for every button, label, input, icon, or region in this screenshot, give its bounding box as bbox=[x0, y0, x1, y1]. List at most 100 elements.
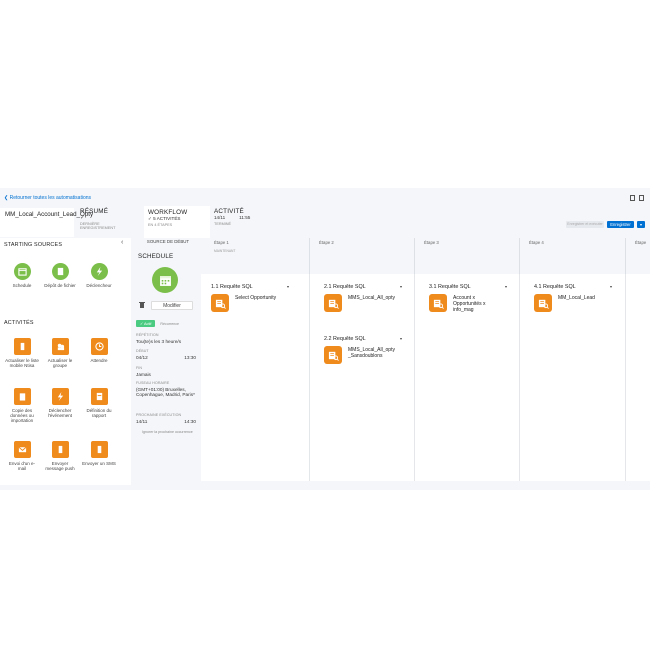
activity-group[interactable]: Actualiser le groupe bbox=[43, 338, 77, 368]
field-value-time: 13:30 bbox=[184, 354, 196, 360]
save-and-run-button[interactable]: Enregistrer et exécuter bbox=[566, 221, 604, 228]
activity-card[interactable]: 2.2 Requête SQL ▾ MMS_Local_All_opty_Sans… bbox=[324, 336, 402, 364]
collapse-chevron-icon[interactable]: ‹ bbox=[121, 239, 123, 246]
calendar-icon bbox=[13, 263, 31, 280]
tab-activite-title: ACTIVITÉ bbox=[214, 208, 244, 215]
field-value-date: 14/11 bbox=[136, 418, 148, 424]
field-debut: DÉBUT 04/12 13:30 bbox=[136, 349, 202, 360]
activity-trigger-event[interactable]: Déclencher l'événement bbox=[43, 388, 77, 418]
activity-card[interactable]: 4.1 Requête SQL ▾ MM_Local_Lead bbox=[534, 284, 612, 312]
tab-workflow[interactable]: WORKFLOW ✓ 5 ACTIVITÉS EN 4 ÉTAPES bbox=[144, 206, 210, 238]
tab-workflow-title: WORKFLOW bbox=[148, 209, 188, 216]
tab-activite[interactable]: ACTIVITÉ 14/11 11:55 TERMINÉ bbox=[214, 208, 274, 226]
activity-text: Select Opportunity bbox=[235, 295, 277, 301]
activity-card[interactable]: 1.1 Requête SQL ▾ Select Opportunity bbox=[211, 284, 289, 312]
activity-text: MMS_Local_All_opty_Sansdoublons bbox=[348, 347, 395, 359]
top-icons bbox=[630, 195, 644, 201]
source-trigger[interactable]: Déclencheur bbox=[82, 263, 116, 288]
start-source-header: SOURCE DE DÉBUT bbox=[146, 239, 190, 244]
activity-label: Attendre bbox=[90, 358, 108, 363]
tab-workflow-sub2: EN 4 ÉTAPES bbox=[148, 222, 173, 227]
activity-wait[interactable]: Attendre bbox=[82, 338, 116, 363]
tab-activite-status: TERMINÉ bbox=[214, 221, 232, 226]
schedule-actions: Modifier bbox=[136, 300, 200, 310]
save-button[interactable]: Enregistrer bbox=[607, 221, 634, 228]
activity-title: 4.1 Requête SQL bbox=[534, 284, 576, 290]
clipboard-icon bbox=[13, 388, 31, 405]
activity-label: Déclencher l'événement bbox=[47, 408, 73, 419]
activity-label: Actualiser le liste mobile Ntisa bbox=[5, 358, 39, 369]
step-5-column bbox=[626, 274, 650, 481]
field-timezone: FUSEAU HORAIRE (GMT+01:00) Bruxelles, Co… bbox=[136, 381, 202, 398]
lightning-icon bbox=[51, 388, 69, 405]
start-source-panel: SOURCE DE DÉBUT SCHEDULE Modifier ✓ Acti… bbox=[136, 238, 200, 485]
activity-push[interactable]: Envoyer message push bbox=[43, 441, 77, 471]
field-fin: FIN Jamais bbox=[136, 366, 202, 377]
schedule-calendar-icon[interactable] bbox=[152, 267, 178, 293]
tab-resume-sub: DERNIÈRE ENREGISTREMENT bbox=[80, 221, 116, 231]
activity-email[interactable]: Envoi d'un e-mail bbox=[5, 441, 39, 471]
back-link[interactable]: ❮ Retourner toutes les automatisations bbox=[4, 195, 91, 201]
chevron-down-icon[interactable]: ▾ bbox=[287, 284, 289, 290]
step-label: Étape 4 bbox=[529, 240, 544, 245]
chevron-down-icon[interactable]: ▾ bbox=[505, 284, 507, 290]
modify-button[interactable]: Modifier bbox=[151, 300, 193, 310]
sql-query-icon bbox=[534, 294, 552, 312]
step-4-column: 4.1 Requête SQL ▾ MM_Local_Lead bbox=[520, 274, 626, 481]
activity-label: Actualiser le groupe bbox=[47, 358, 73, 369]
step-label: Étape 3 bbox=[424, 240, 439, 245]
trash-icon[interactable] bbox=[139, 301, 145, 310]
activity-title: 2.2 Requête SQL bbox=[324, 336, 366, 342]
field-value-time: 14:30 bbox=[184, 418, 196, 424]
field-next-run: PROCHAINE EXÉCUTION 14/11 14:30 bbox=[136, 413, 202, 424]
mobile-list-icon bbox=[13, 338, 31, 355]
activity-text: MMS_Local_All_opty bbox=[348, 295, 395, 301]
activity-sms[interactable]: Envoyer un SMS bbox=[82, 441, 116, 466]
field-repetition: RÉPÉTITION Tou(te)s les 3 heure/s bbox=[136, 333, 202, 344]
activity-mobile-list[interactable]: Actualiser le liste mobile Ntisa bbox=[5, 338, 39, 368]
source-schedule[interactable]: Schedule bbox=[5, 263, 39, 288]
activites-title: ACTIVITÉS bbox=[4, 320, 34, 326]
field-value: (GMT+01:00) Bruxelles, Copenhague, Madri… bbox=[136, 386, 195, 398]
step-label: Étape 1 bbox=[214, 240, 229, 245]
ignore-next-link[interactable]: Ignorer la prochaine occurrence bbox=[142, 430, 193, 434]
save-dropdown-button[interactable]: ▾ bbox=[637, 221, 645, 228]
activity-card[interactable]: 3.1 Requête SQL ▾ Account x Opportunités … bbox=[429, 284, 507, 313]
clock-icon bbox=[90, 338, 108, 355]
step-2-column: 2.1 Requête SQL ▾ MMS_Local_All_opty 2.2 … bbox=[310, 274, 415, 481]
email-icon bbox=[13, 441, 31, 458]
tab-activite-time: 11:55 bbox=[239, 215, 251, 220]
activity-title: 1.1 Requête SQL bbox=[211, 284, 253, 290]
activity-text: Account x Opportunités x info_mag bbox=[453, 295, 486, 313]
chevron-down-icon[interactable]: ▾ bbox=[400, 284, 402, 290]
activity-label: Envoyer message push bbox=[45, 461, 75, 472]
chevron-down-icon[interactable]: ▾ bbox=[400, 336, 402, 342]
activity-copy-data[interactable]: Copie des données ou importation bbox=[5, 388, 39, 424]
tab-resume-check: ✓ bbox=[80, 215, 86, 221]
step-label: Étape bbox=[635, 240, 647, 245]
chevron-down-icon[interactable]: ▾ bbox=[610, 284, 612, 290]
schedule-status: ✓ Actif Récurrence bbox=[136, 320, 179, 327]
step-3-column: 3.1 Requête SQL ▾ Account x Opportunités … bbox=[415, 274, 520, 481]
automation-studio-window: ❮ Retourner toutes les automatisations M… bbox=[0, 188, 650, 490]
step-sub: MAINTENANT bbox=[214, 249, 236, 253]
activity-card[interactable]: 2.1 Requête SQL ▾ MMS_Local_All_opty bbox=[324, 284, 402, 312]
file-drop-icon bbox=[51, 263, 69, 280]
step-1-column: 1.1 Requête SQL ▾ Select Opportunity bbox=[201, 274, 310, 481]
copy-icon[interactable] bbox=[630, 195, 635, 201]
lightning-icon bbox=[90, 263, 108, 280]
sql-query-icon bbox=[324, 294, 342, 312]
schedule-title: SCHEDULE bbox=[138, 253, 174, 260]
delete-icon[interactable] bbox=[639, 195, 644, 201]
tab-resume[interactable]: RÉSUMÉ ✓ DERNIÈRE ENREGISTREMENT bbox=[80, 208, 136, 231]
activity-text: MM_Local_Lead bbox=[558, 295, 595, 301]
status-badge: ✓ Actif bbox=[136, 320, 156, 327]
activity-label: Envoyer un SMS bbox=[82, 461, 116, 466]
field-value-date: 04/12 bbox=[136, 354, 148, 360]
source-file-drop[interactable]: Dépôt de fichier bbox=[43, 263, 77, 288]
tab-resume-title: RÉSUMÉ bbox=[80, 208, 109, 215]
activity-label: Définition du rapport bbox=[86, 408, 112, 419]
activity-report[interactable]: Définition du rapport bbox=[82, 388, 116, 418]
status-meta: Récurrence bbox=[160, 321, 179, 326]
step-label: Étape 2 bbox=[319, 240, 334, 245]
